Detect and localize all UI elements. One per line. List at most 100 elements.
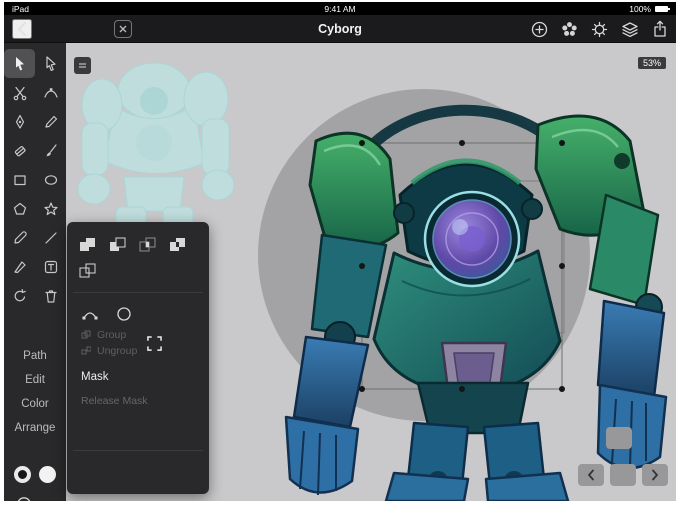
bezier-pen-tool[interactable] [35, 78, 66, 107]
gradient-icon[interactable] [16, 496, 32, 501]
popover-divider-2 [73, 450, 203, 451]
rectangle-icon [12, 172, 28, 188]
direct-select-tool[interactable] [35, 49, 66, 78]
join-button[interactable] [79, 303, 101, 325]
settings-button[interactable] [591, 21, 608, 38]
appearance-button[interactable] [561, 21, 578, 38]
back-button[interactable] [12, 19, 32, 39]
battery-icon [655, 6, 668, 12]
chevron-left-icon [17, 21, 27, 37]
rectangle-tool[interactable] [4, 165, 35, 194]
pencil-icon [43, 114, 59, 130]
rotate-tool[interactable] [4, 281, 35, 310]
divide-icon [78, 262, 98, 280]
ungroup-item: Ungroup [67, 341, 209, 357]
text-box-icon [43, 259, 59, 275]
sidebar-item-arrange[interactable]: Arrange [4, 416, 66, 440]
prev-button[interactable] [578, 464, 604, 486]
rotate-icon [12, 288, 28, 304]
status-device: iPad [12, 4, 29, 14]
line-icon [43, 230, 59, 246]
text-tool[interactable] [35, 252, 66, 281]
line-tool[interactable] [35, 223, 66, 252]
sidebar-item-color[interactable]: Color [4, 392, 66, 416]
status-bar: iPad 9:41 AM 100% [4, 2, 676, 15]
polygon-tool[interactable] [4, 194, 35, 223]
text-style-icon[interactable]: T [46, 499, 54, 501]
app-screen: iPad 9:41 AM 100% Cyborg [4, 2, 676, 501]
fill-swatch[interactable] [39, 466, 56, 483]
chevron-left-icon [587, 469, 595, 481]
knife-tool[interactable] [4, 252, 35, 281]
plus-circle-icon [531, 21, 548, 38]
release-mask-item: Release Mask [67, 383, 209, 407]
knife-icon [12, 259, 28, 275]
close-icon [119, 25, 127, 33]
ungroup-icon [81, 346, 91, 356]
sidebar-item-edit[interactable]: Edit [4, 368, 66, 392]
scissors-tool[interactable] [4, 78, 35, 107]
sidebar-item-path[interactable]: Path [4, 344, 66, 368]
trash-tool[interactable] [35, 281, 66, 310]
intersect-button[interactable] [135, 234, 161, 256]
pen-tool[interactable] [4, 107, 35, 136]
subtract-button[interactable] [105, 234, 131, 256]
polygon-icon [12, 201, 28, 217]
status-battery-percent: 100% [629, 4, 651, 14]
mask-item[interactable]: Mask [67, 357, 209, 383]
canvas-extra-button[interactable] [606, 427, 632, 449]
pages-button[interactable] [610, 464, 636, 486]
divide-button[interactable] [75, 260, 101, 282]
nav-bar: Cyborg [4, 15, 676, 43]
group-icon [81, 330, 91, 340]
circle-outline-icon [116, 306, 132, 322]
unite-button[interactable] [75, 234, 101, 256]
ellipse-tool[interactable] [35, 165, 66, 194]
brush-icon [43, 143, 59, 159]
pen-nib-icon [12, 114, 28, 130]
join-icon [81, 306, 99, 322]
zoom-level-badge: 53% [638, 57, 666, 69]
scissors-icon [12, 85, 28, 101]
outline-stroke-button[interactable] [113, 303, 135, 325]
chevron-right-icon [651, 469, 659, 481]
close-panel-button[interactable] [114, 20, 132, 38]
layers-icon [621, 21, 639, 38]
ghost-robot[interactable] [78, 63, 234, 227]
brush-tool[interactable] [35, 136, 66, 165]
intersect-icon [138, 236, 158, 254]
eraser-icon [12, 143, 28, 159]
stroke-swatch[interactable] [14, 466, 31, 483]
trash-icon [43, 288, 59, 304]
add-button[interactable] [531, 21, 548, 38]
star-tool[interactable] [35, 194, 66, 223]
select-tool[interactable] [4, 49, 35, 78]
exclude-button[interactable] [165, 234, 191, 256]
gear-icon [591, 21, 608, 38]
cursor-icon [12, 56, 28, 72]
subtract-icon [108, 236, 128, 254]
star-icon [43, 201, 59, 217]
status-time: 9:41 AM [324, 4, 355, 14]
layers-button[interactable] [621, 21, 639, 38]
share-icon [652, 20, 668, 38]
exclude-icon [168, 236, 188, 254]
ellipse-icon [43, 172, 59, 188]
unite-icon [78, 236, 98, 254]
next-button[interactable] [642, 464, 668, 486]
eraser-tool[interactable] [4, 136, 35, 165]
expand-icon[interactable] [147, 336, 162, 356]
eyedropper-icon [12, 230, 28, 246]
tool-sidebar: Path Edit Color Arrange T [4, 43, 66, 501]
group-item: Group [67, 325, 209, 341]
canvas-corner-button[interactable] [74, 57, 91, 74]
cursor-outline-icon [43, 56, 59, 72]
path-popover: Group Ungroup Mask Release Mask [67, 222, 209, 494]
pencil-tool[interactable] [35, 107, 66, 136]
bezier-curve-icon [43, 85, 59, 101]
device-frame: iPad 9:41 AM 100% Cyborg [0, 0, 680, 509]
inspector-menu: Path Edit Color Arrange [4, 344, 66, 440]
share-button[interactable] [652, 20, 668, 38]
flower-icon [561, 21, 578, 38]
eyedropper-tool[interactable] [4, 223, 35, 252]
